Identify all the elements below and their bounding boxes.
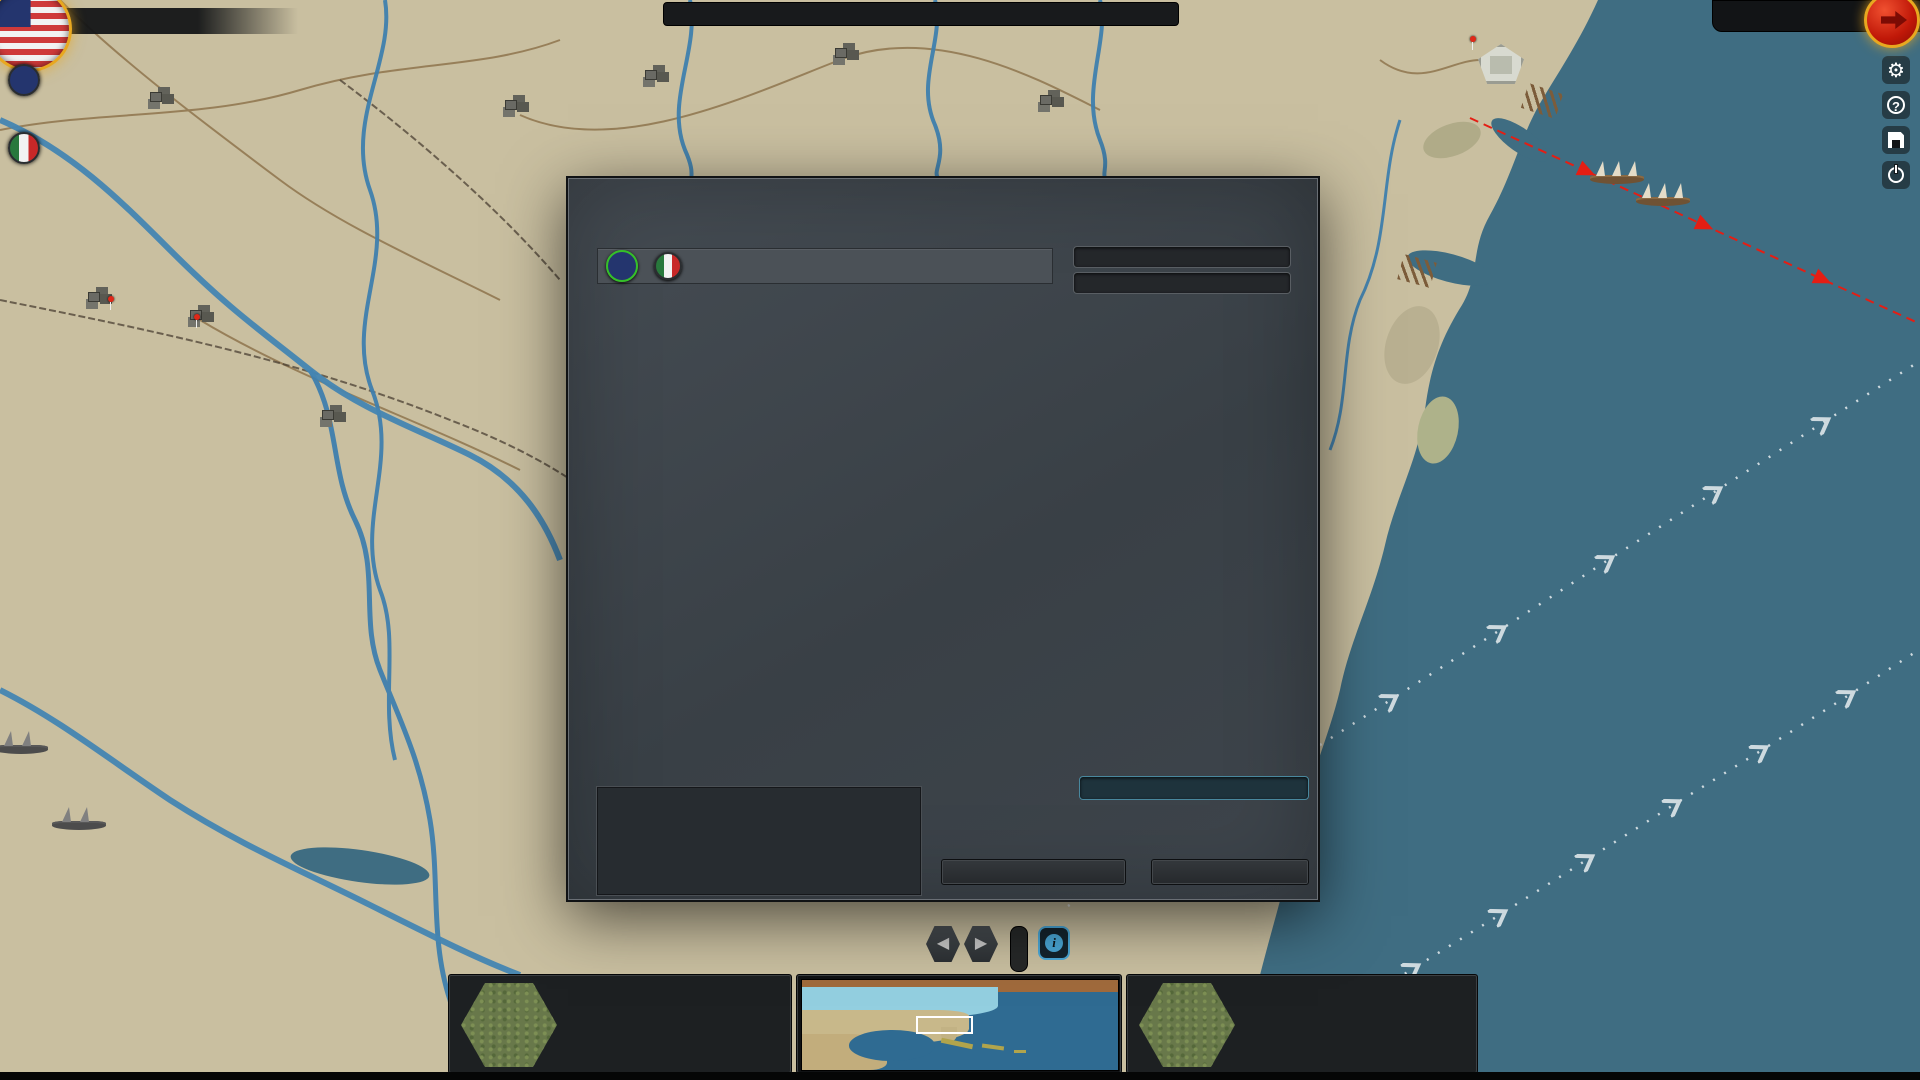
next-unit-button[interactable]: ▶ xyxy=(964,926,998,962)
screen-bottom-bar xyxy=(0,1072,1920,1080)
info-button[interactable]: i xyxy=(1038,926,1070,960)
prev-unit-button[interactable]: ◀ xyxy=(926,926,960,962)
close-button[interactable] xyxy=(1151,859,1309,885)
mexico-resource-indicator xyxy=(2,132,46,167)
minimap-viewport[interactable] xyxy=(916,1016,974,1034)
game-screen: ⚙ ? ◀ ▶ i xyxy=(0,0,1920,1080)
hex-info-panel-right xyxy=(1126,974,1478,1074)
tech-description xyxy=(597,787,921,895)
minimap[interactable] xyxy=(796,974,1122,1074)
union-fleet[interactable] xyxy=(1636,180,1690,206)
maximum-research-box xyxy=(1079,776,1309,800)
forest-hex-thumbnail xyxy=(461,983,557,1067)
faction-resource-bar xyxy=(48,8,298,34)
map-filter-icon-bar xyxy=(1010,926,1028,972)
town-icon xyxy=(505,100,517,110)
diplomacy-relations-strip xyxy=(663,2,1179,26)
save-icon[interactable] xyxy=(1882,126,1910,154)
town-icon xyxy=(835,48,847,58)
usa-flag-tab[interactable] xyxy=(606,250,638,282)
total-funding-box xyxy=(1073,272,1291,294)
minimap-hispaniola xyxy=(982,1043,1004,1050)
objective-pin xyxy=(194,314,200,320)
end-turn-arrow-icon xyxy=(1881,11,1907,29)
objective-pin xyxy=(108,296,114,302)
help-icon[interactable]: ? xyxy=(1882,91,1910,119)
charleston-fort-icon[interactable] xyxy=(1478,44,1524,84)
nation-selector-strip xyxy=(597,248,1053,284)
mexico-flag-tab[interactable] xyxy=(654,252,682,280)
navy-ship[interactable] xyxy=(52,804,106,830)
available-mpp-box xyxy=(1073,246,1291,268)
minimap-island xyxy=(1014,1050,1027,1053)
forest-hex-thumbnail xyxy=(1139,983,1235,1067)
pier-icon xyxy=(1397,254,1437,288)
minimap-gulf xyxy=(849,1030,934,1061)
navy-ship[interactable] xyxy=(0,728,48,754)
usa-flag-icon[interactable] xyxy=(8,64,40,96)
hex-info-panel-left xyxy=(448,974,792,1074)
town-icon xyxy=(150,92,162,102)
town-icon xyxy=(322,410,334,420)
minimap-cuba xyxy=(941,1038,973,1049)
pier-icon xyxy=(1521,83,1563,119)
town-selma-icon xyxy=(88,292,100,302)
power-exit-icon[interactable] xyxy=(1882,161,1910,189)
research-dialog xyxy=(568,178,1318,900)
table-button[interactable] xyxy=(941,859,1126,885)
town-icon xyxy=(1040,95,1052,105)
settings-gear-icon[interactable]: ⚙ xyxy=(1882,56,1910,84)
town-icon xyxy=(645,70,657,80)
objective-pin xyxy=(1470,36,1476,42)
usa-resource-indicator xyxy=(2,64,46,99)
mexico-flag-icon[interactable] xyxy=(8,132,40,164)
